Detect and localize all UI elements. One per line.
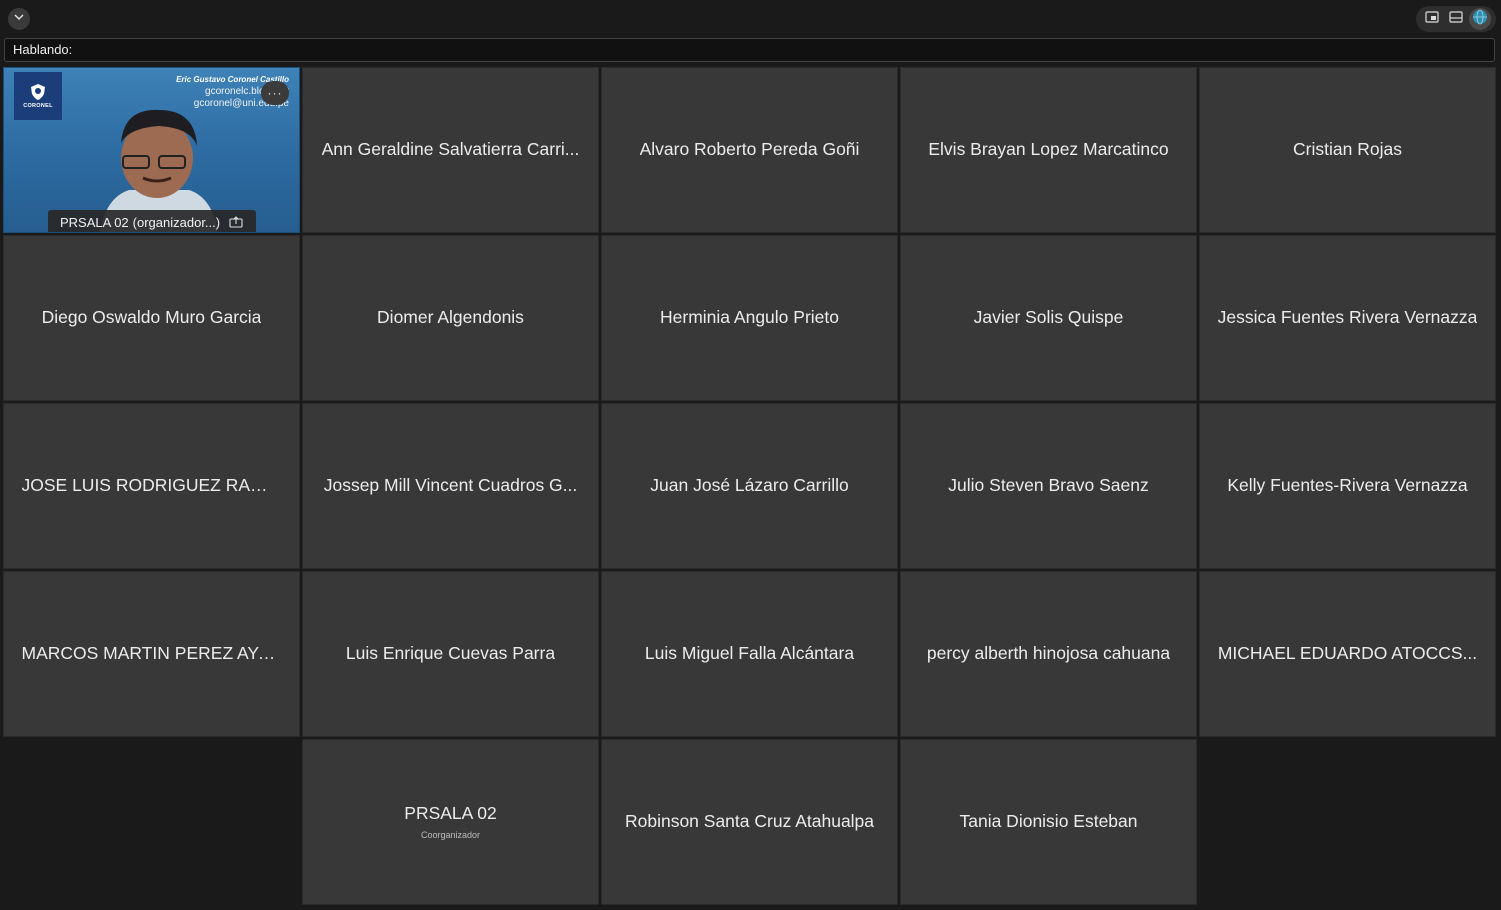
globe-button[interactable]: [1469, 8, 1491, 30]
gallery-view-icon: [1449, 10, 1463, 28]
participant-tile[interactable]: Jossep Mill Vincent Cuadros G...: [302, 403, 599, 569]
participant-tile[interactable]: MICHAEL EDUARDO ATOCCS...: [1199, 571, 1496, 737]
participant-name: Jossep Mill Vincent Cuadros G...: [323, 474, 578, 495]
empty-slot: [1199, 739, 1496, 905]
participant-name: Diomer Algendonis: [377, 306, 524, 327]
participant-name: Diego Oswaldo Muro Garcia: [41, 306, 262, 327]
participant-name: MICHAEL EDUARDO ATOCCS...: [1217, 642, 1478, 663]
participant-name: MARCOS MARTIN PEREZ AYA...: [21, 642, 282, 663]
participant-tile[interactable]: Herminia Angulo Prieto: [601, 235, 898, 401]
participant-name: Luis Miguel Falla Alcántara: [644, 642, 855, 663]
participant-tile[interactable]: percy alberth hinojosa cahuana: [900, 571, 1197, 737]
top-bar: [0, 0, 1501, 36]
participant-role: (organizador...): [132, 214, 221, 230]
participant-name: PRSALA 02: [60, 214, 129, 230]
share-screen-icon: [229, 216, 243, 228]
participant-name: Jessica Fuentes Rivera Vernazza: [1217, 306, 1478, 327]
participant-name: PRSALA 02: [404, 802, 497, 823]
participant-tile[interactable]: Robinson Santa Cruz Atahualpa: [601, 739, 898, 905]
participant-name: Robinson Santa Cruz Atahualpa: [624, 810, 875, 831]
participant-tile[interactable]: Diomer Algendonis: [302, 235, 599, 401]
participant-tile[interactable]: Kelly Fuentes-Rivera Vernazza: [1199, 403, 1496, 569]
participant-name: Julio Steven Bravo Saenz: [948, 474, 1149, 495]
collapse-button[interactable]: [8, 8, 30, 30]
participant-grid: CORONEL Eric Gustavo Coronel Castillo gc…: [3, 67, 1498, 908]
shield-icon: [31, 84, 45, 100]
participant-tile[interactable]: Elvis Brayan Lopez Marcatinco: [900, 67, 1197, 233]
participant-name: Herminia Angulo Prieto: [660, 306, 839, 327]
globe-icon: [1472, 9, 1488, 30]
picture-in-picture-icon: [1425, 10, 1439, 28]
video-tile[interactable]: CORONEL Eric Gustavo Coronel Castillo gc…: [3, 67, 300, 233]
participant-tile[interactable]: Diego Oswaldo Muro Garcia: [3, 235, 300, 401]
more-options-button[interactable]: ···: [261, 81, 289, 105]
participant-name: Alvaro Roberto Pereda Goñi: [639, 138, 860, 159]
participant-name: Juan José Lázaro Carrillo: [650, 474, 849, 495]
participant-tile[interactable]: Javier Solis Quispe: [900, 235, 1197, 401]
participant-name: Kelly Fuentes-Rivera Vernazza: [1227, 474, 1468, 495]
gallery-view-button[interactable]: [1445, 8, 1467, 30]
participant-tile[interactable]: Jessica Fuentes Rivera Vernazza: [1199, 235, 1496, 401]
participant-tile[interactable]: PRSALA 02 Coorganizador: [302, 739, 599, 905]
channel-logo: CORONEL: [14, 72, 62, 120]
participant-name: percy alberth hinojosa cahuana: [926, 642, 1171, 663]
participant-role: Coorganizador: [420, 829, 481, 840]
empty-slot: [3, 739, 300, 905]
participant-name: Luis Enrique Cuevas Parra: [345, 642, 556, 663]
participant-name: Ann Geraldine Salvatierra Carri...: [321, 138, 580, 159]
participant-tile[interactable]: Julio Steven Bravo Saenz: [900, 403, 1197, 569]
participant-name: Tania Dionisio Esteban: [959, 810, 1138, 831]
participant-tile[interactable]: Juan José Lázaro Carrillo: [601, 403, 898, 569]
view-controls: [1416, 6, 1496, 32]
participant-tile[interactable]: MARCOS MARTIN PEREZ AYA...: [3, 571, 300, 737]
participant-tile[interactable]: Luis Enrique Cuevas Parra: [302, 571, 599, 737]
chevron-down-icon: [13, 10, 25, 28]
participant-tile[interactable]: JOSE LUIS RODRIGUEZ RAMI...: [3, 403, 300, 569]
participant-tile[interactable]: Ann Geraldine Salvatierra Carri...: [302, 67, 599, 233]
participant-tile[interactable]: Luis Miguel Falla Alcántara: [601, 571, 898, 737]
participant-tile[interactable]: Tania Dionisio Esteban: [900, 739, 1197, 905]
name-pill: PRSALA 02 (organizador...): [48, 210, 256, 232]
participant-name: Elvis Brayan Lopez Marcatinco: [928, 138, 1169, 159]
speaking-indicator: Hablando:: [4, 38, 1495, 62]
picture-in-picture-button[interactable]: [1421, 8, 1443, 30]
participant-name: JOSE LUIS RODRIGUEZ RAMI...: [21, 474, 282, 495]
participant-tile[interactable]: Alvaro Roberto Pereda Goñi: [601, 67, 898, 233]
participant-tile[interactable]: Cristian Rojas: [1199, 67, 1496, 233]
participant-name: Cristian Rojas: [1293, 138, 1402, 159]
participant-name: Javier Solis Quispe: [973, 306, 1124, 327]
